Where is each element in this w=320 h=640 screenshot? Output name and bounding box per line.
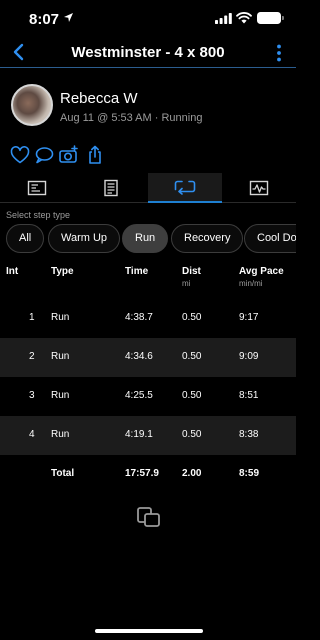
table-header: Int Type Time Dist mi Avg Pace min/mi <box>0 262 296 302</box>
activity-meta: Aug 11 @ 5:53 AM · Running <box>60 112 203 124</box>
total-time: 17:57.9 <box>125 468 159 479</box>
cell-time: 4:38.7 <box>125 312 153 323</box>
status-time: 8:07 <box>29 11 60 28</box>
step-type-label: Select step type <box>6 210 71 220</box>
details-tab-icon <box>104 179 118 197</box>
cell-type: Run <box>51 429 70 440</box>
cell-time: 4:19.1 <box>125 429 153 440</box>
cell-pace: 9:17 <box>239 312 259 323</box>
avatar[interactable] <box>11 84 53 126</box>
copy-laps-icon[interactable] <box>136 505 162 529</box>
tab-charts[interactable] <box>222 173 296 203</box>
laps-tab-icon <box>174 180 196 195</box>
column-dist-unit: mi <box>182 279 191 288</box>
column-time: Time <box>125 266 149 277</box>
cell-int: 3 <box>29 390 35 401</box>
cell-type: Run <box>51 351 70 362</box>
home-indicator <box>95 629 203 633</box>
cell-dist: 0.50 <box>182 351 202 362</box>
total-dist: 2.00 <box>182 468 202 479</box>
cell-time: 4:25.5 <box>125 390 153 401</box>
back-arrow-icon[interactable] <box>8 40 30 64</box>
user-name[interactable]: Rebecca W <box>60 90 138 107</box>
cell-type: Run <box>51 312 70 323</box>
page-title: Westminster - 4 x 800 <box>71 44 225 61</box>
heart-icon[interactable] <box>9 144 31 166</box>
chip-cool-down[interactable]: Cool Down <box>244 224 296 253</box>
table-row[interactable]: 1 Run 4:38.7 0.50 9:17 <box>0 299 296 338</box>
cell-int: 1 <box>29 312 35 323</box>
cell-pace: 9:09 <box>239 351 259 362</box>
cell-int: 4 <box>29 429 35 440</box>
cell-int: 2 <box>29 351 35 362</box>
step-type-filter: All Warm Up Run Recovery Cool Down <box>0 224 296 254</box>
activity-header: Rebecca W Aug 11 @ 5:53 AM · Running <box>0 82 296 134</box>
chip-all[interactable]: All <box>6 224 45 253</box>
navigation-bar: Westminster - 4 x 800 <box>0 38 296 68</box>
status-bar: 8:07 <box>0 0 296 38</box>
column-int: Int <box>6 266 19 277</box>
cell-pace: 8:38 <box>239 429 259 440</box>
column-pace: Avg Pace <box>239 266 284 277</box>
cell-dist: 0.50 <box>182 429 202 440</box>
total-label: Total <box>51 468 75 479</box>
cell-time: 4:34.6 <box>125 351 153 362</box>
cell-dist: 0.50 <box>182 390 202 401</box>
cell-pace: 8:51 <box>239 390 259 401</box>
column-dist: Dist <box>182 266 201 277</box>
battery-icon <box>257 12 284 24</box>
share-icon[interactable] <box>84 144 106 166</box>
chip-warm-up[interactable]: Warm Up <box>48 224 121 253</box>
camera-plus-icon[interactable] <box>58 144 80 166</box>
action-bar <box>0 144 296 168</box>
total-pace: 8:59 <box>239 468 260 479</box>
column-type: Type <box>51 266 74 277</box>
total-row: Total 17:57.9 2.00 8:59 <box>0 455 296 494</box>
chart-tab-icon <box>249 180 269 196</box>
more-options-icon[interactable] <box>274 43 284 63</box>
summary-tab-icon <box>27 180 47 196</box>
activity-tabs <box>0 173 296 203</box>
comment-icon[interactable] <box>33 144 55 166</box>
tab-details[interactable] <box>74 173 148 203</box>
chip-run[interactable]: Run <box>122 224 169 253</box>
tab-laps[interactable] <box>148 173 222 203</box>
cellular-signal-icon <box>215 13 232 24</box>
chip-recovery[interactable]: Recovery <box>171 224 244 253</box>
table-row[interactable]: 3 Run 4:25.5 0.50 8:51 <box>0 377 296 416</box>
table-row[interactable]: 2 Run 4:34.6 0.50 9:09 <box>0 338 296 377</box>
cell-type: Run <box>51 390 70 401</box>
cell-dist: 0.50 <box>182 312 202 323</box>
location-arrow-icon <box>64 13 73 22</box>
wifi-icon <box>236 12 252 24</box>
table-row[interactable]: 4 Run 4:19.1 0.50 8:38 <box>0 416 296 455</box>
column-pace-unit: min/mi <box>239 279 263 288</box>
tab-summary[interactable] <box>0 173 74 203</box>
